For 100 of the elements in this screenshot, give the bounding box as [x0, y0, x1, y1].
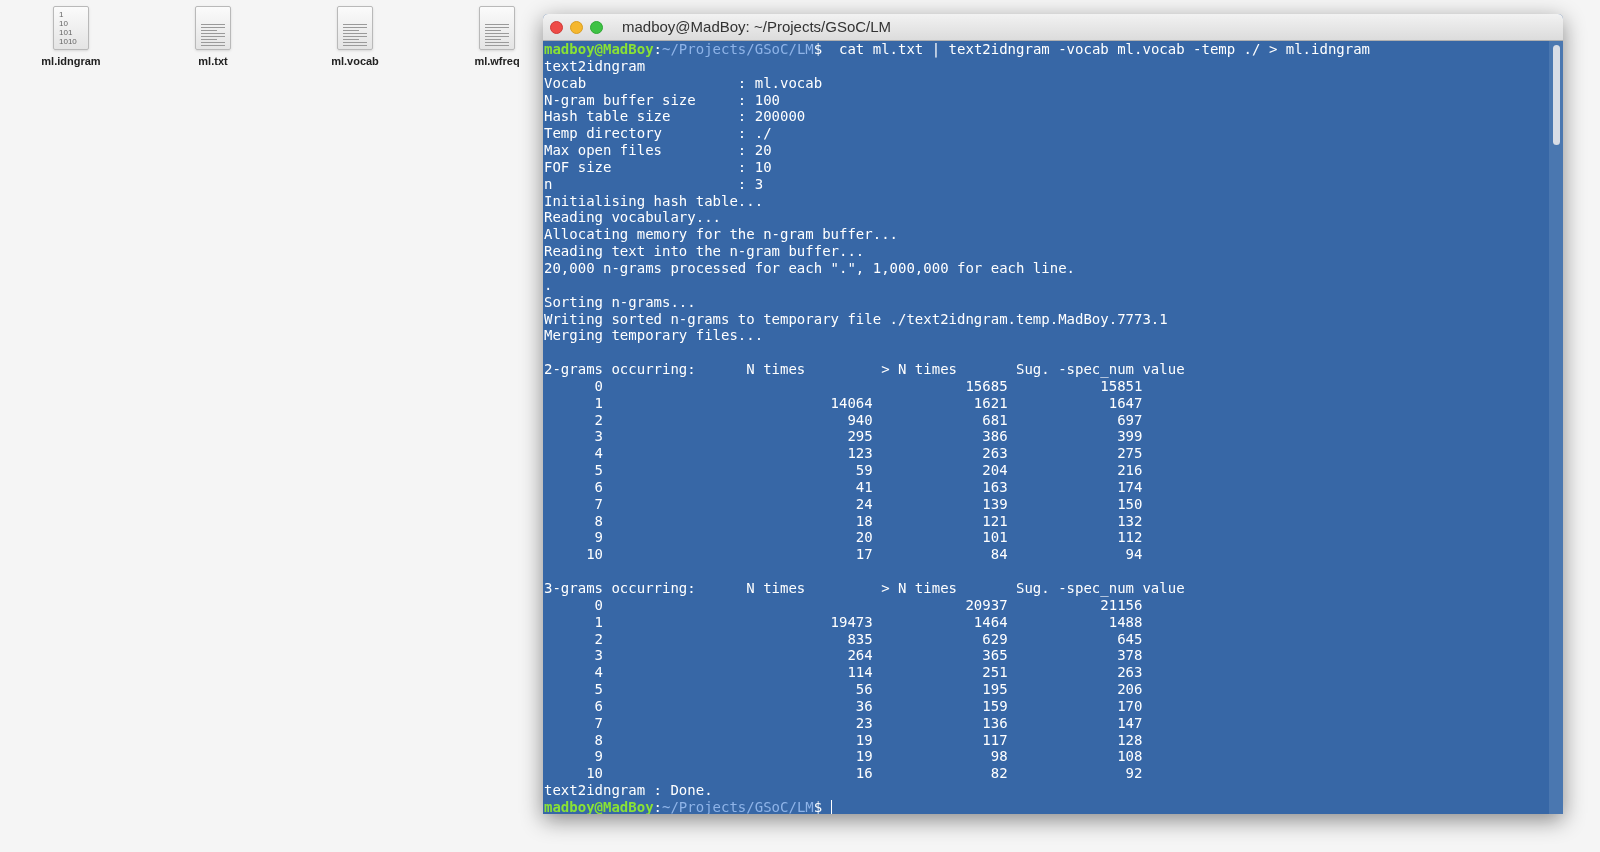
file-label: ml.vocab: [331, 54, 379, 69]
column-header: > N times: [881, 361, 957, 378]
table-cell: 21156: [1100, 596, 1143, 614]
scrollbar-thumb[interactable]: [1552, 45, 1560, 145]
maximize-button[interactable]: [590, 20, 603, 34]
table-cell: 4: [594, 445, 603, 463]
column-header: N times: [746, 580, 806, 596]
table-cell: 15851: [1100, 377, 1143, 395]
table-cell: 399: [1117, 428, 1143, 446]
setting-value: : 200000: [737, 108, 806, 126]
setting-name: FOF size: [544, 158, 613, 176]
table-cell: 20937: [965, 596, 1008, 614]
table-cell: 9: [594, 529, 603, 547]
minimize-button[interactable]: [570, 20, 583, 34]
table-cell: 41: [855, 478, 873, 496]
output-line: text2idngram : Done.: [544, 782, 713, 799]
table-cell: 4: [594, 664, 603, 682]
output-line: Writing sorted n-grams to temporary file ./text2idngram.temp.MadBoy.7773.1: [544, 310, 1168, 328]
text-file-icon[interactable]: [195, 6, 231, 50]
table-cell: 19: [855, 731, 873, 749]
table-cell: 645: [1117, 630, 1143, 648]
table-cell: 10: [586, 546, 603, 564]
table-cell: 82: [990, 765, 1008, 783]
table-cell: 101: [982, 529, 1008, 547]
scrollbar[interactable]: [1549, 41, 1563, 814]
setting-value: : ml.vocab: [737, 74, 823, 92]
setting-name: Vocab: [544, 74, 588, 92]
table-cell: 147: [1117, 714, 1143, 732]
column-header: N times: [746, 361, 806, 378]
output-line: 20,000 n-grams processed for each ".", 1,000,000 for each line.: [544, 259, 1075, 277]
table-cell: 132: [1117, 512, 1143, 530]
file-label: ml.txt: [198, 54, 228, 69]
output-line: Initialising hash table...: [544, 192, 764, 210]
table-cell: 697: [1117, 411, 1143, 429]
table-cell: 7: [594, 714, 603, 732]
table-cell: 92: [1125, 765, 1143, 783]
text-file-icon[interactable]: [479, 6, 515, 50]
prompt-user: madboy@MadBoy: [544, 41, 654, 58]
icon-glyph-text: 1010: [59, 37, 78, 46]
table-cell: 263: [1117, 664, 1143, 682]
table-cell: 263: [982, 445, 1008, 463]
column-header: Sug. -spec_num value: [1016, 361, 1185, 378]
table-cell: 275: [1117, 445, 1143, 463]
table-cell: 18: [855, 512, 873, 530]
output-line: Allocating memory for the n-gram buffer...: [544, 226, 898, 244]
table-cell: 24: [855, 495, 873, 513]
table-cell: 6: [594, 478, 603, 496]
table-cell: 940: [847, 411, 873, 429]
table-cell: 206: [1117, 681, 1143, 698]
window-title: madboy@MadBoy: ~/Projects/GSoC/LM: [622, 16, 892, 37]
file-label: ml.wfreq: [474, 54, 520, 69]
output-line: .: [544, 276, 553, 294]
text-file-icon[interactable]: [337, 6, 373, 50]
table-cell: 139: [982, 495, 1008, 513]
table-cell: 5: [594, 462, 603, 479]
column-header: 3-grams occurring:: [544, 580, 696, 596]
table-cell: 8: [594, 512, 603, 530]
table-cell: 8: [594, 731, 603, 749]
prompt-user: madboy@MadBoy: [544, 798, 654, 814]
table-cell: 1488: [1108, 613, 1143, 631]
setting-name: Hash table size: [544, 108, 672, 126]
table-cell: 1: [594, 613, 603, 631]
table-cell: 0: [594, 377, 603, 395]
table-cell: 84: [990, 546, 1008, 564]
table-cell: 216: [1117, 462, 1143, 479]
setting-value: : 20: [737, 142, 772, 159]
table-cell: 117: [982, 731, 1008, 749]
binary-file-icon[interactable]: 1 10 101 1010: [53, 6, 89, 50]
table-cell: 36: [855, 697, 873, 715]
prompt-symbol: $: [813, 798, 823, 814]
table-cell: 112: [1117, 529, 1143, 547]
table-cell: 14064: [830, 394, 873, 412]
prompt-separator: :: [653, 41, 662, 58]
table-cell: 251: [982, 664, 1008, 682]
table-cell: 1: [594, 394, 603, 412]
setting-name: Max open files: [544, 142, 663, 159]
table-cell: 6: [594, 697, 603, 715]
table-cell: 20: [855, 529, 873, 547]
prompt-path: ~/Projects/GSoC/LM: [662, 41, 814, 58]
table-cell: 1647: [1108, 394, 1143, 412]
table-cell: 19: [855, 748, 873, 766]
table-cell: 1621: [973, 394, 1008, 412]
table-cell: 195: [982, 681, 1008, 698]
table-cell: 150: [1117, 495, 1143, 513]
setting-name: Temp directory: [544, 125, 663, 143]
table-cell: 629: [982, 630, 1008, 648]
command-text: cat ml.txt | text2idngram -vocab ml.vocab -temp ./ > ml.idngram: [839, 41, 1371, 58]
setting-value: : ./: [737, 125, 772, 143]
prompt-symbol: $: [813, 41, 823, 58]
column-header: > N times: [881, 580, 957, 596]
output-line: text2idngram: [544, 57, 646, 75]
table-cell: 16: [855, 765, 873, 783]
table-cell: 264: [847, 647, 873, 665]
table-cell: 378: [1117, 647, 1143, 665]
table-cell: 5: [594, 681, 603, 698]
close-button[interactable]: [550, 20, 563, 34]
table-cell: 136: [982, 714, 1008, 732]
table-cell: 15685: [965, 377, 1008, 395]
table-cell: 114: [847, 664, 873, 682]
file-label: ml.idngram: [41, 54, 101, 69]
